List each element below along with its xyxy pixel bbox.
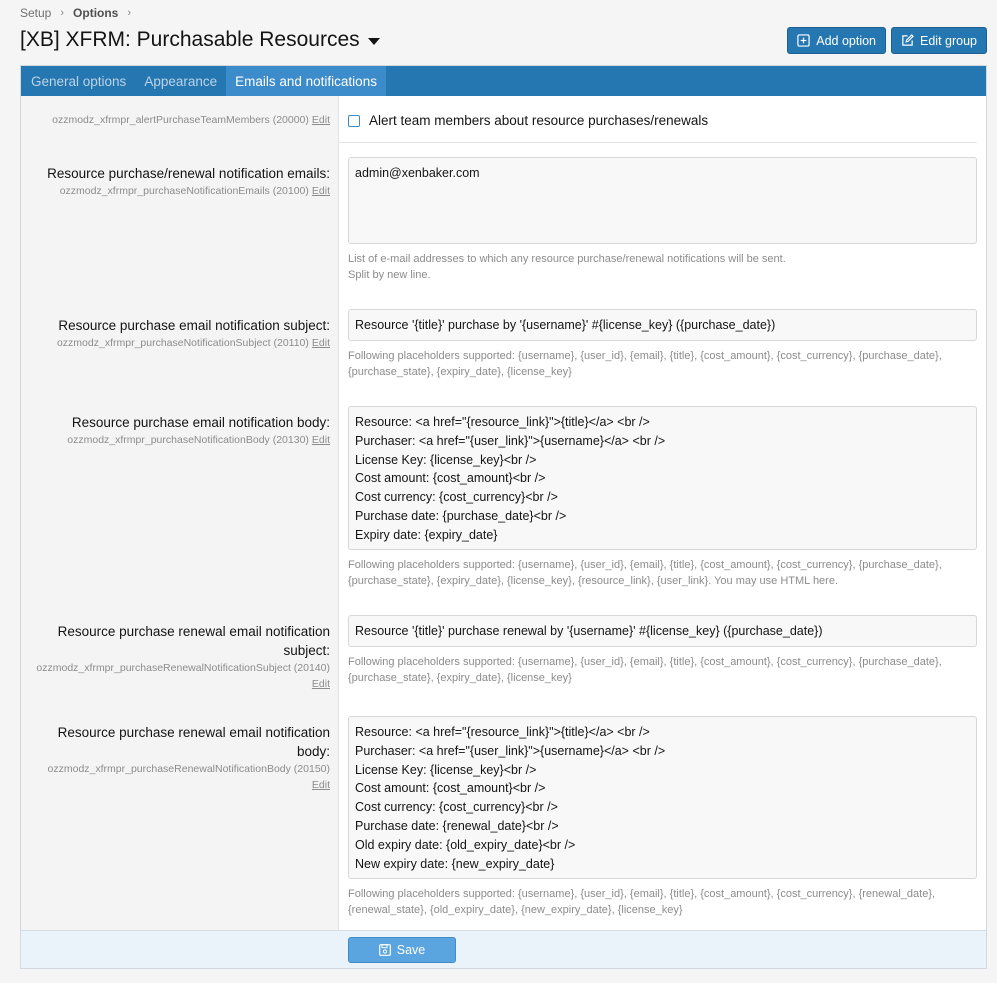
option-field-col: Resource '{title}' purchase by '{usernam… bbox=[348, 309, 977, 380]
option-explain: List of e-mail addresses to which any re… bbox=[348, 253, 786, 281]
option-label: Resource purchase/renewal notification e… bbox=[47, 166, 330, 181]
option-label: Resource purchase email notification bod… bbox=[71, 415, 330, 430]
tab-bar: General options Appearance Emails and no… bbox=[21, 66, 986, 96]
form-footer: Save bbox=[21, 930, 986, 968]
tab-appearance[interactable]: Appearance bbox=[135, 66, 226, 96]
option-hint: ozzmodz_xfrmpr_alertPurchaseTeamMembers … bbox=[52, 114, 309, 126]
alert-team-checkbox-label: Alert team members about resource purcha… bbox=[369, 113, 709, 128]
option-hint: ozzmodz_xfrmpr_purchaseNotificationSubje… bbox=[56, 337, 309, 349]
breadcrumb: Setup › Options › bbox=[20, 6, 140, 20]
page-title[interactable]: [XB] XFRM: Purchasable Resources bbox=[20, 28, 380, 52]
renewal-subject-input[interactable]: Resource '{title}' purchase renewal by '… bbox=[348, 615, 977, 647]
breadcrumb-setup[interactable]: Setup bbox=[20, 6, 51, 20]
options-panel: General options Appearance Emails and no… bbox=[20, 65, 987, 969]
notify-emails-textarea[interactable]: admin@xenbaker.com bbox=[348, 157, 977, 244]
option-label: Resource purchase email notification sub… bbox=[58, 318, 330, 333]
option-label: Resource purchase renewal email notifica… bbox=[57, 624, 330, 658]
chevron-right-icon: › bbox=[127, 7, 132, 19]
option-hint: ozzmodz_xfrmpr_purchaseNotificationEmail… bbox=[59, 185, 309, 197]
option-hint: ozzmodz_xfrmpr_purchaseRenewalNotificati… bbox=[36, 662, 330, 674]
divider bbox=[339, 142, 977, 143]
option-label-col: Resource purchase renewal email notifica… bbox=[21, 622, 330, 692]
option-hint: ozzmodz_xfrmpr_purchaseRenewalNotificati… bbox=[47, 763, 330, 775]
plus-square-icon bbox=[797, 34, 810, 47]
options-form: ozzmodz_xfrmpr_alertPurchaseTeamMembers … bbox=[21, 96, 986, 930]
alert-team-checkbox-row[interactable]: Alert team members about resource purcha… bbox=[348, 113, 977, 128]
option-label-col: Resource purchase/renewal notification e… bbox=[21, 164, 330, 199]
option-label-col: Resource purchase email notification sub… bbox=[21, 316, 330, 351]
option-label-col: Resource purchase renewal email notifica… bbox=[21, 723, 330, 793]
edit-link[interactable]: Edit bbox=[312, 337, 330, 349]
edit-link[interactable]: Edit bbox=[312, 434, 330, 446]
save-button-label: Save bbox=[396, 943, 426, 957]
top-button-group: Add option Edit group bbox=[787, 27, 987, 54]
alert-team-checkbox[interactable] bbox=[348, 114, 360, 127]
option-explain: Following placeholders supported: {usern… bbox=[348, 350, 942, 378]
save-button[interactable]: Save bbox=[348, 937, 456, 963]
edit-link[interactable]: Edit bbox=[312, 185, 330, 197]
option-field-col: Alert team members about resource purcha… bbox=[348, 113, 977, 128]
breadcrumb-options[interactable]: Options bbox=[73, 6, 118, 20]
purchase-body-textarea[interactable]: Resource: <a href="{resource_link}">{tit… bbox=[348, 406, 977, 550]
option-label: Resource purchase renewal email notifica… bbox=[57, 725, 330, 759]
option-field-col: Resource: <a href="{resource_link}">{tit… bbox=[348, 406, 977, 589]
option-field-col: admin@xenbaker.com List of e-mail addres… bbox=[348, 157, 977, 283]
option-field-col: Resource '{title}' purchase renewal by '… bbox=[348, 615, 977, 686]
option-hint: ozzmodz_xfrmpr_purchaseNotificationBody … bbox=[67, 434, 309, 446]
option-explain: Following placeholders supported: {usern… bbox=[348, 888, 936, 916]
option-explain: Following placeholders supported: {usern… bbox=[348, 559, 942, 587]
add-option-label: Add option bbox=[816, 33, 877, 48]
tab-general-options[interactable]: General options bbox=[22, 66, 135, 96]
tab-emails-notifications[interactable]: Emails and notifications bbox=[226, 66, 386, 96]
purchase-subject-input[interactable]: Resource '{title}' purchase by '{usernam… bbox=[348, 309, 977, 341]
option-label-col: Resource purchase email notification bod… bbox=[21, 413, 330, 448]
option-explain: Following placeholders supported: {usern… bbox=[348, 656, 942, 684]
edit-link[interactable]: Edit bbox=[312, 114, 330, 126]
edit-link[interactable]: Edit bbox=[312, 678, 330, 690]
chevron-right-icon: › bbox=[60, 7, 65, 19]
option-field-col: Resource: <a href="{resource_link}">{tit… bbox=[348, 716, 977, 918]
edit-group-button[interactable]: Edit group bbox=[891, 27, 987, 54]
save-icon bbox=[378, 944, 391, 956]
edit-group-label: Edit group bbox=[920, 33, 977, 48]
add-option-button[interactable]: Add option bbox=[787, 27, 887, 54]
edit-link[interactable]: Edit bbox=[312, 779, 330, 791]
caret-down-icon[interactable] bbox=[367, 38, 380, 45]
edit-icon bbox=[902, 34, 914, 46]
page-title-text: [XB] XFRM: Purchasable Resources bbox=[20, 28, 360, 51]
renewal-body-textarea[interactable]: Resource: <a href="{resource_link}">{tit… bbox=[348, 716, 977, 879]
option-label-col: ozzmodz_xfrmpr_alertPurchaseTeamMembers … bbox=[21, 112, 330, 128]
